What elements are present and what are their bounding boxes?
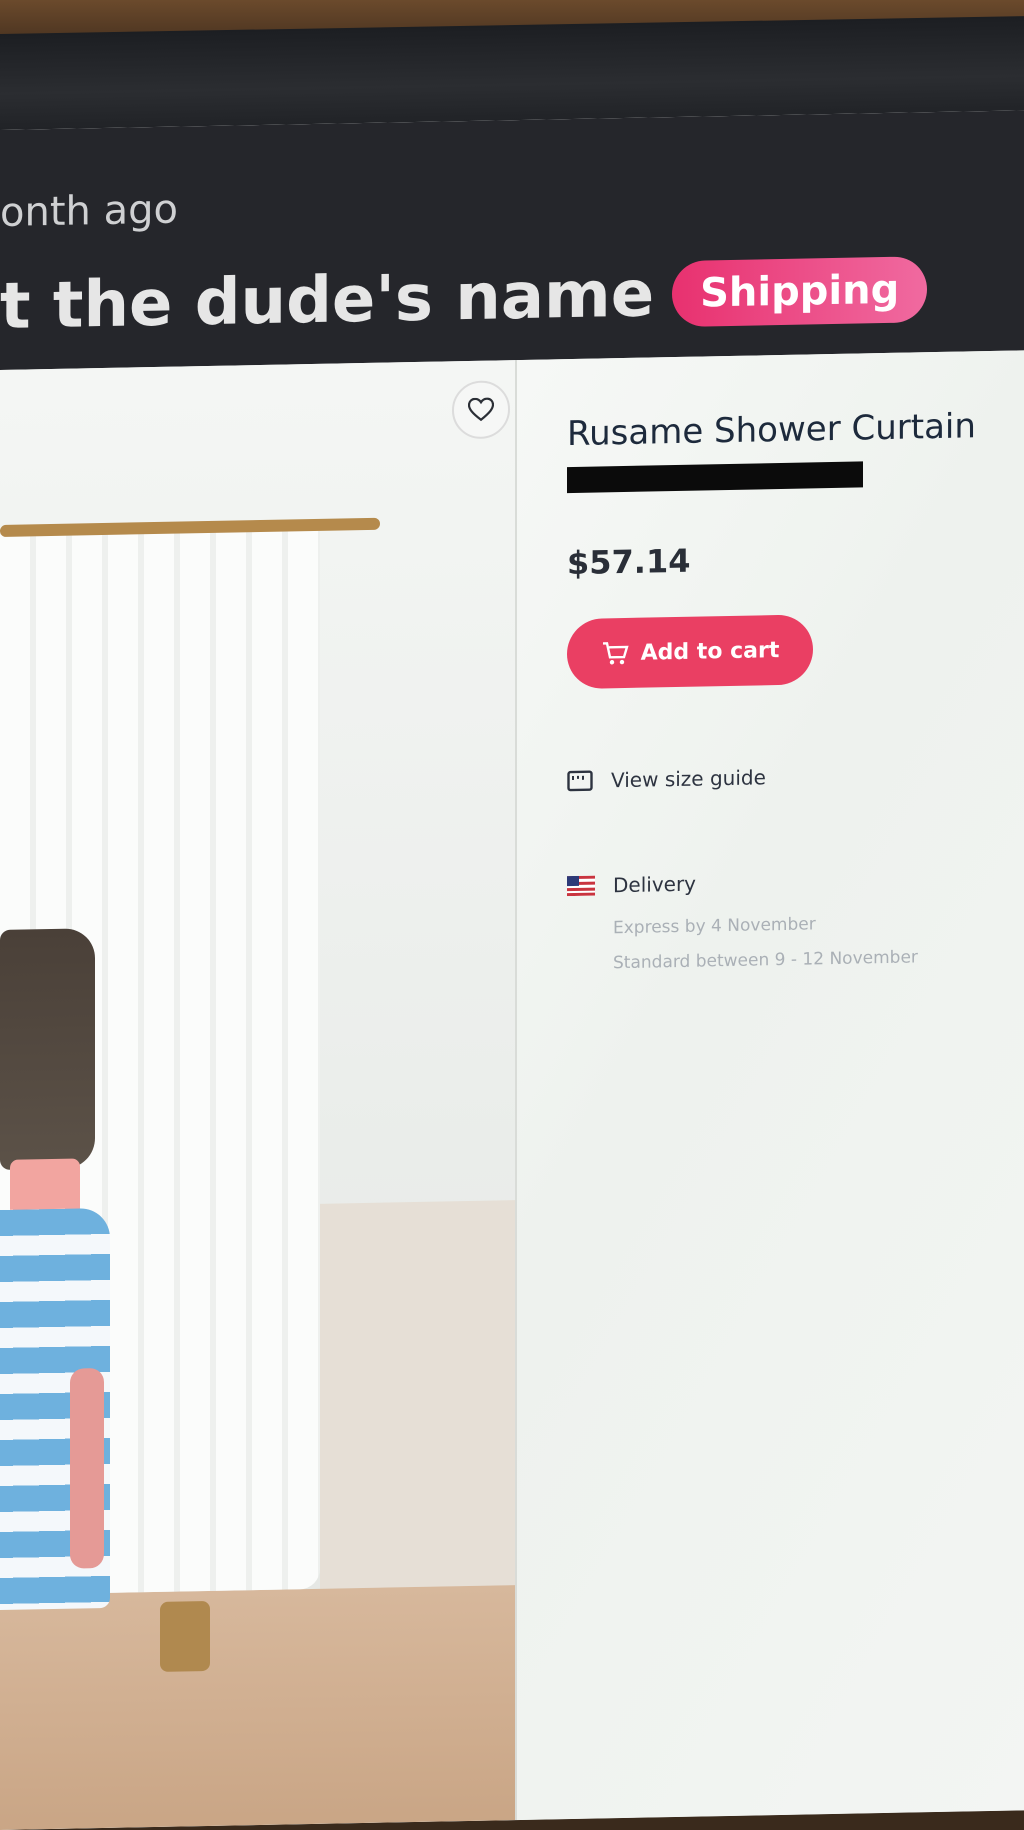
image-floor: [0, 1585, 515, 1830]
add-to-cart-button[interactable]: Add to cart: [567, 614, 813, 690]
ruler-icon: [567, 770, 593, 792]
post-title-row: t the dude's name Shipping: [0, 252, 928, 344]
screen: onth ago t the dude's name Shipping Rusa…: [0, 110, 1024, 1830]
favorite-button[interactable]: [452, 380, 510, 440]
cart-icon: [602, 642, 629, 665]
add-to-cart-label: Add to cart: [640, 637, 780, 666]
product-name[interactable]: Rusame Shower Curtain: [567, 406, 976, 454]
delivery-express: Express by 4 November: [613, 914, 816, 939]
post-time-ago: onth ago: [0, 186, 178, 236]
product-details: Rusame Shower Curtain $57.14 Add to cart…: [517, 350, 1024, 1821]
delivery-label: Delivery: [613, 871, 697, 898]
image-feet: [160, 1600, 210, 1672]
delivery-section: Delivery: [567, 872, 696, 898]
us-flag-icon: [567, 875, 595, 897]
flair-badge[interactable]: Shipping: [672, 256, 928, 328]
product-image[interactable]: [0, 360, 517, 1830]
redaction-bar: [567, 461, 863, 494]
product-price: $57.14: [567, 541, 691, 583]
post-title[interactable]: t the dude's name: [0, 257, 654, 344]
post-header: onth ago t the dude's name Shipping: [0, 110, 1024, 370]
heart-icon: [468, 397, 494, 422]
size-guide-label: View size guide: [611, 765, 766, 793]
image-wall: [320, 1200, 515, 1589]
print-figure-hair: [0, 928, 95, 1170]
delivery-standard: Standard between 9 - 12 November: [613, 947, 918, 974]
print-figure-arm: [70, 1368, 104, 1569]
size-guide-link[interactable]: View size guide: [567, 765, 766, 793]
